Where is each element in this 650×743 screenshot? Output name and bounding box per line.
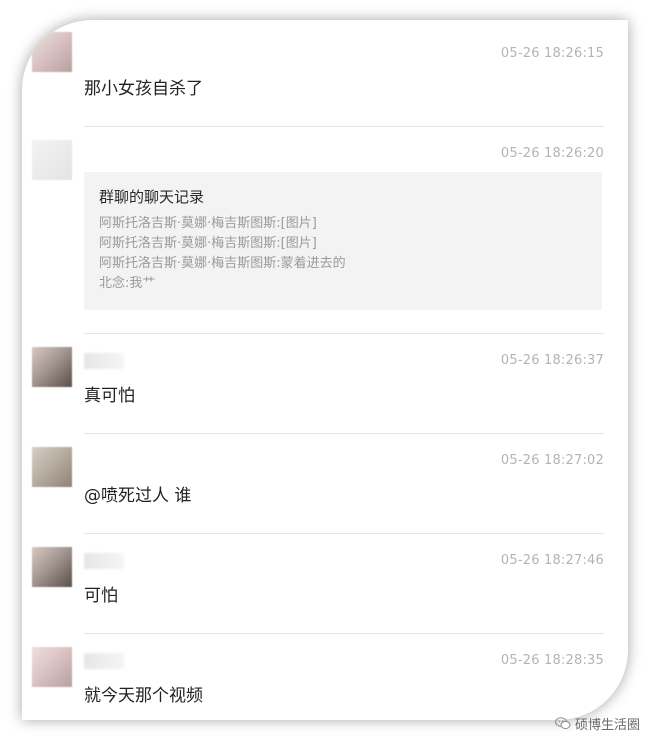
- sender-name: [84, 653, 124, 669]
- sender-name: [84, 353, 124, 369]
- sender-name: [84, 553, 124, 569]
- message-time: 05-26 18:28:35: [500, 653, 604, 668]
- message-text: 真可怕: [84, 386, 135, 406]
- avatar[interactable]: [32, 32, 72, 72]
- avatar[interactable]: [32, 447, 72, 487]
- chat-record-line: 阿斯托洛吉斯·莫娜·梅吉斯图斯:蒙着进去的: [99, 256, 346, 271]
- message-time: 05-26 18:27:02: [500, 453, 604, 468]
- message-text: 就今天那个视频: [84, 686, 203, 706]
- message-text: 可怕: [84, 586, 118, 606]
- watermark: 硕博生活圈: [554, 714, 640, 733]
- chat-record-preview: 阿斯托洛吉斯·莫娜·梅吉斯图斯:[图片] 阿斯托洛吉斯·莫娜·梅吉斯图斯:[图片…: [99, 214, 346, 294]
- message-text: @喷死过人 谁: [84, 486, 192, 506]
- avatar[interactable]: [32, 547, 72, 587]
- divider: [84, 333, 604, 334]
- avatar[interactable]: [32, 647, 72, 687]
- message-time: 05-26 18:26:20: [500, 146, 604, 161]
- divider: [84, 533, 604, 534]
- message-time: 05-26 18:27:46: [500, 553, 604, 568]
- chat-record-line: 阿斯托洛吉斯·莫娜·梅吉斯图斯:[图片]: [99, 216, 317, 231]
- chat-record-card[interactable]: 群聊的聊天记录 阿斯托洛吉斯·莫娜·梅吉斯图斯:[图片] 阿斯托洛吉斯·莫娜·梅…: [84, 172, 602, 310]
- chat-card: 05-26 18:26:15 那小女孩自杀了 05-26 18:26:20 群聊…: [22, 20, 628, 720]
- message-text: 那小女孩自杀了: [84, 79, 203, 99]
- watermark-text: 硕博生活圈: [574, 718, 640, 733]
- divider: [84, 633, 604, 634]
- avatar[interactable]: [32, 140, 72, 180]
- divider: [84, 126, 604, 127]
- wechat-icon: [554, 717, 571, 730]
- chat-record-line: 北念:我艹: [99, 276, 156, 291]
- chat-record-title: 群聊的聊天记录: [99, 188, 205, 206]
- chat-record-line: 阿斯托洛吉斯·莫娜·梅吉斯图斯:[图片]: [99, 236, 317, 251]
- message-time: 05-26 18:26:15: [500, 46, 604, 61]
- message-time: 05-26 18:26:37: [500, 353, 604, 368]
- avatar[interactable]: [32, 347, 72, 387]
- divider: [84, 433, 604, 434]
